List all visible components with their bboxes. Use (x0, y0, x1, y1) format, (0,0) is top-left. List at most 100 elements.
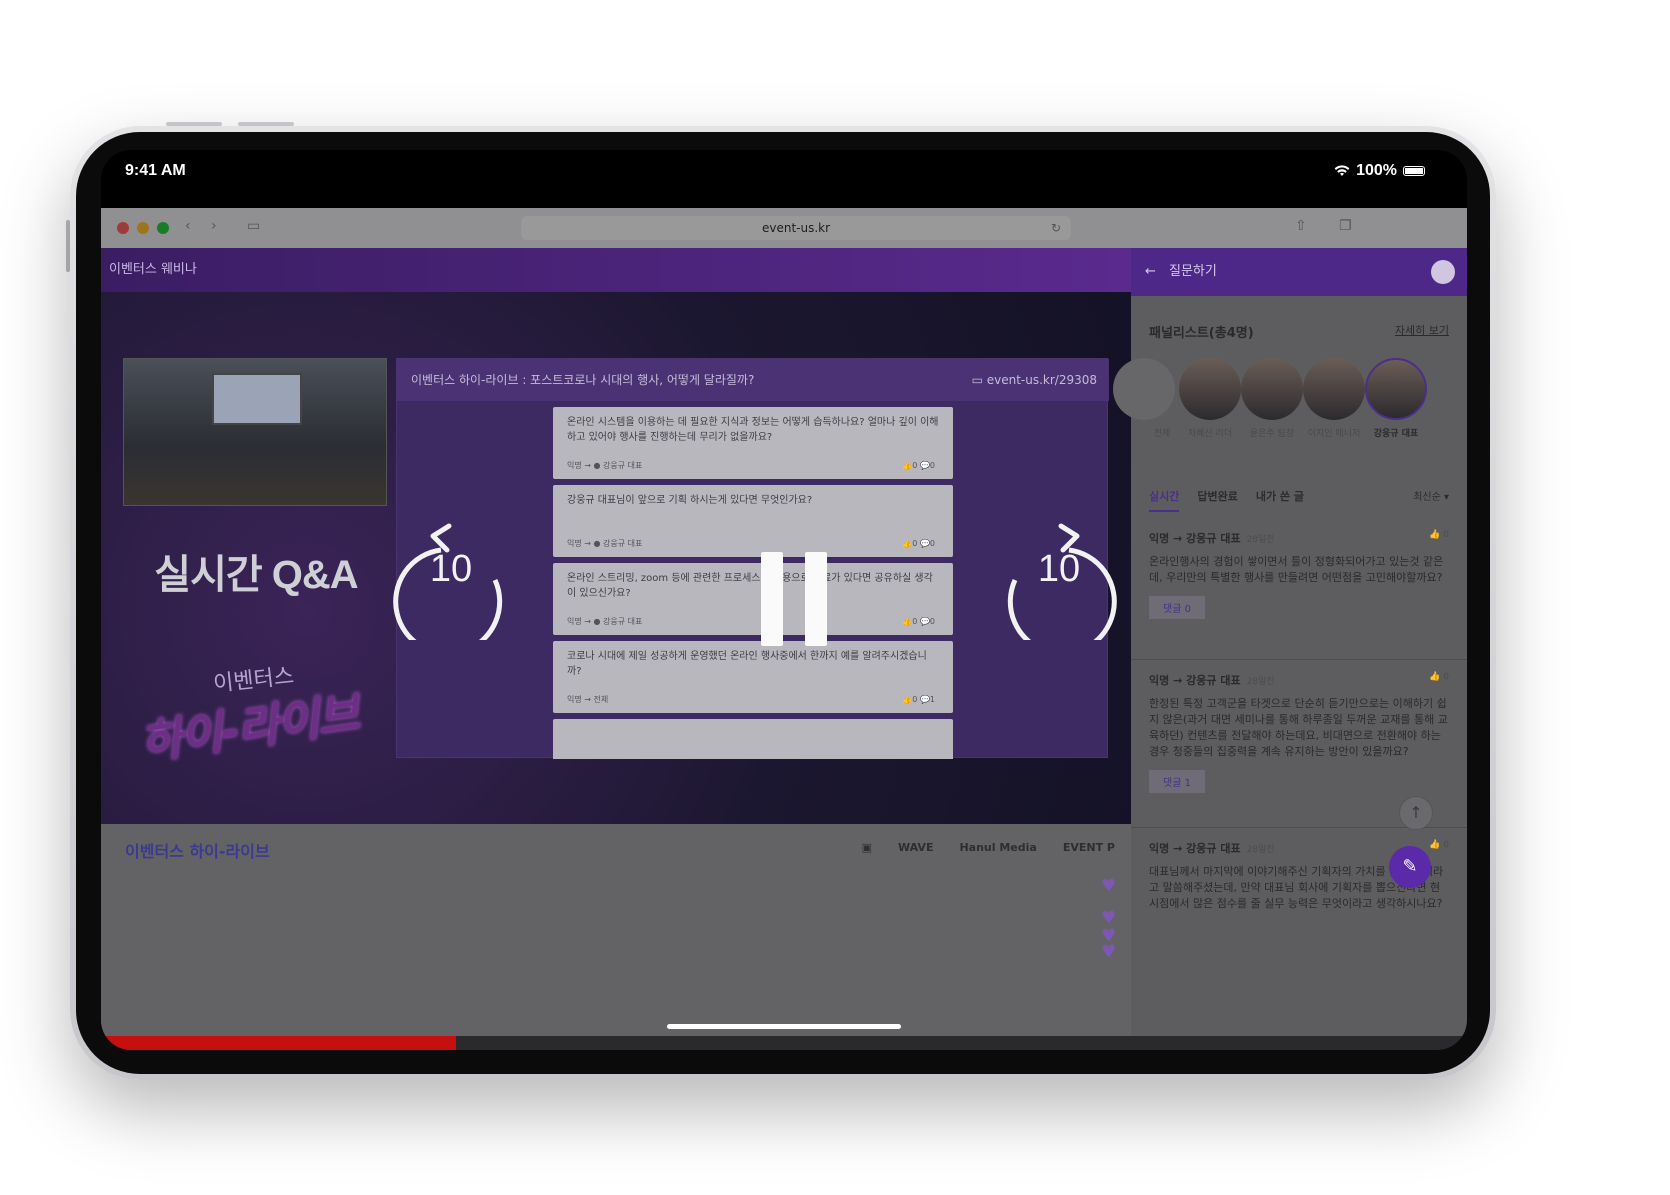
link-icon: ▭ (971, 373, 987, 387)
tab-realtime[interactable]: 실시간 (1149, 488, 1180, 512)
camera-projection-screen (212, 373, 302, 425)
question-stats: 👍0 💬0 (902, 461, 935, 470)
webinar-title: 이벤터스 웨비나 (109, 262, 197, 277)
status-time: 9:41 AM (125, 162, 186, 179)
pause-bar-right (805, 552, 827, 646)
slide-title: 이벤터스 하이-라이브 : 포스트코로나 시대의 행사, 어떻게 달라질까? (411, 373, 755, 387)
address-bar-url: event-us.kr (761, 221, 831, 235)
close-window-button[interactable] (117, 222, 129, 234)
video-progress-fill (101, 1036, 457, 1050)
question-text: 강웅규 대표님이 앞으로 기획 하시는게 있다면 무엇인가요? (567, 495, 813, 506)
rewind-10-button[interactable]: 10 (393, 514, 509, 640)
panelists-more-link[interactable]: 자세히 보기 (1395, 322, 1449, 338)
post-header: 익명 → 강웅규 대표 28일전 (1149, 532, 1275, 545)
sponsor-logo: WAVE (898, 840, 934, 854)
scroll-top-button[interactable]: ↑ (1399, 796, 1433, 830)
avatar[interactable] (1241, 358, 1303, 420)
question-meta: 익명 → ● 강웅규 대표 (567, 539, 643, 548)
question-meta: 익명 → ● 강웅규 대표 (567, 461, 643, 470)
heart-icon: ♥ (1101, 908, 1117, 928)
slide-header: 이벤터스 하이-라이브 : 포스트코로나 시대의 행사, 어떻게 달라질까? ▭… (397, 359, 1109, 401)
footer-logo: 이벤터스 하이-라이브 (125, 842, 270, 861)
sponsor-logos: ▣ WAVE Hanul Media EVENT P (862, 838, 1115, 856)
sort-dropdown[interactable]: 최신순 ▾ (1413, 488, 1449, 503)
question-card: 온라인 시스템을 이용하는 데 필요한 지식과 정보는 어떻게 습득하나요? 얼… (553, 407, 953, 479)
post-header: 익명 → 강웅규 대표 28일전 (1149, 674, 1275, 687)
webinar-pane: 이벤터스 웨비나 실시간 Q&A 이벤터스 하이-라이브 이벤터스 하이-라이브… (101, 248, 1131, 1036)
question-stats: 👍0 💬0 (902, 617, 935, 626)
tab-answered[interactable]: 답변완료 (1197, 488, 1237, 512)
address-bar[interactable]: event-us.kr ↻ (521, 216, 1071, 240)
video-progress-bar[interactable] (101, 1036, 1467, 1050)
battery-icon (1403, 166, 1425, 176)
rewind-seconds: 10 (429, 548, 473, 590)
avatar-name: 이지인 매니저 (1307, 429, 1361, 439)
ipad-screen: 9:41 AM 100% ‹ › ▭ event-us.kr ↻ ⇧ ❐ 이벤터… (101, 150, 1467, 1050)
tab-mine[interactable]: 내가 쓴 글 (1256, 488, 1304, 512)
write-question-button[interactable]: ✎ (1389, 846, 1431, 888)
question-panel-header: ← 질문하기 (1131, 248, 1467, 296)
avatar-selected[interactable] (1365, 358, 1427, 420)
back-icon[interactable]: ‹ (185, 218, 191, 234)
page-content: 이벤터스 웨비나 실시간 Q&A 이벤터스 하이-라이브 이벤터스 하이-라이브… (101, 248, 1467, 1036)
pause-button[interactable] (761, 552, 827, 646)
back-arrow-icon[interactable]: ← (1145, 248, 1156, 296)
account-icon[interactable] (1431, 260, 1455, 284)
status-right: 100% (1334, 162, 1425, 180)
status-bar: 9:41 AM 100% (101, 150, 1467, 208)
home-indicator[interactable] (667, 1024, 901, 1029)
reply-button[interactable]: 댓글 1 (1149, 770, 1205, 793)
avatar-name: 차혜선 리더 (1187, 429, 1233, 439)
question-text: 온라인 스트리밍, zoom 등에 관련한 프로세스를 내용으로 자료가 있다면… (567, 573, 933, 599)
avatar-name: 윤은주 팀장 (1249, 429, 1295, 439)
forward-10-button[interactable]: 10 (1001, 514, 1117, 640)
question-tabs: 실시간 답변완료 내가 쓴 글 (1149, 488, 1304, 512)
qa-title: 실시간 Q&A (154, 553, 358, 597)
question-panel: ← 질문하기 패널리스트(총4명) 자세히 보기 전체 차혜선 리더 윤은주 팀… (1113, 248, 1467, 1036)
zoom-window-button[interactable] (157, 222, 169, 234)
like-count[interactable]: 👍 0 (1429, 840, 1449, 850)
sponsor-logo: Hanul Media (959, 840, 1037, 854)
like-count[interactable]: 👍 0 (1429, 672, 1449, 682)
post-body: 온라인행사의 경험이 쌓이면서 틀이 정형화되어가고 있는것 같은데, 우리만의… (1149, 555, 1444, 584)
question-meta: 익명 → ● 강웅규 대표 (567, 617, 643, 626)
camera-feed (123, 358, 387, 506)
reload-icon[interactable]: ↻ (1051, 216, 1061, 240)
reply-button[interactable]: 댓글 0 (1149, 596, 1205, 619)
tabs-icon[interactable]: ❐ (1339, 218, 1352, 234)
video-player[interactable]: 실시간 Q&A 이벤터스 하이-라이브 이벤터스 하이-라이브 : 포스트코로나… (101, 292, 1131, 824)
share-icon[interactable]: ⇧ (1295, 218, 1307, 234)
sponsor-logo: ▣ (861, 840, 873, 854)
slide-url: ▭ event-us.kr/29308 (971, 373, 1097, 387)
forward-seconds: 10 (1037, 548, 1081, 590)
pause-bar-left (761, 552, 783, 646)
avatar-name: 강웅규 대표 (1373, 429, 1419, 439)
question-card-partial (553, 719, 953, 759)
sponsor-logo: EVENT P (1062, 840, 1115, 854)
post-body: 한정된 특정 고객군을 타겟으로 단순히 듣기만으로는 이해하기 쉽지 않은(과… (1149, 697, 1448, 758)
sidebar-toggle-icon[interactable]: ▭ (247, 218, 260, 234)
pencil-icon: ✎ (1402, 856, 1418, 877)
heart-icon: ♥ (1101, 876, 1117, 896)
webinar-footer: 이벤터스 하이-라이브 ▣ WAVE Hanul Media EVENT P ♥… (101, 824, 1131, 1036)
panelists-title: 패널리스트(총4명) (1149, 326, 1254, 341)
question-post[interactable]: 익명 → 강웅규 대표 28일전 👍 0 온라인행사의 경험이 쌓이면서 틀이 정… (1131, 530, 1467, 660)
question-panel-title: 질문하기 (1169, 264, 1217, 279)
question-card: 코로나 시대에 제일 성공하게 운영했던 온라인 행사중에서 한까지 예를 알려… (553, 641, 953, 713)
question-text: 온라인 시스템을 이용하는 데 필요한 지식과 정보는 어떻게 습득하나요? 얼… (567, 417, 939, 443)
browser-toolbar: ‹ › ▭ event-us.kr ↻ ⇧ ❐ (101, 208, 1467, 248)
wifi-icon (1334, 165, 1350, 176)
question-meta: 익명 → 전체 (567, 695, 609, 704)
avatar[interactable] (1179, 358, 1241, 420)
question-card: 온라인 스트리밍, zoom 등에 관련한 프로세스를 내용으로 자료가 있다면… (553, 563, 953, 635)
forward-icon[interactable]: › (211, 218, 217, 234)
avatar[interactable] (1303, 358, 1365, 420)
like-count[interactable]: 👍 0 (1429, 530, 1449, 540)
question-stats: 👍0 💬0 (902, 539, 935, 548)
question-stats: 👍0 💬1 (902, 695, 935, 704)
battery-percent: 100% (1356, 162, 1397, 179)
stage: 9:41 AM 100% ‹ › ▭ event-us.kr ↻ ⇧ ❐ 이벤터… (0, 0, 1670, 1195)
avatar-all[interactable] (1113, 358, 1175, 420)
minimize-window-button[interactable] (137, 222, 149, 234)
heart-icon: ♥ (1101, 942, 1117, 962)
